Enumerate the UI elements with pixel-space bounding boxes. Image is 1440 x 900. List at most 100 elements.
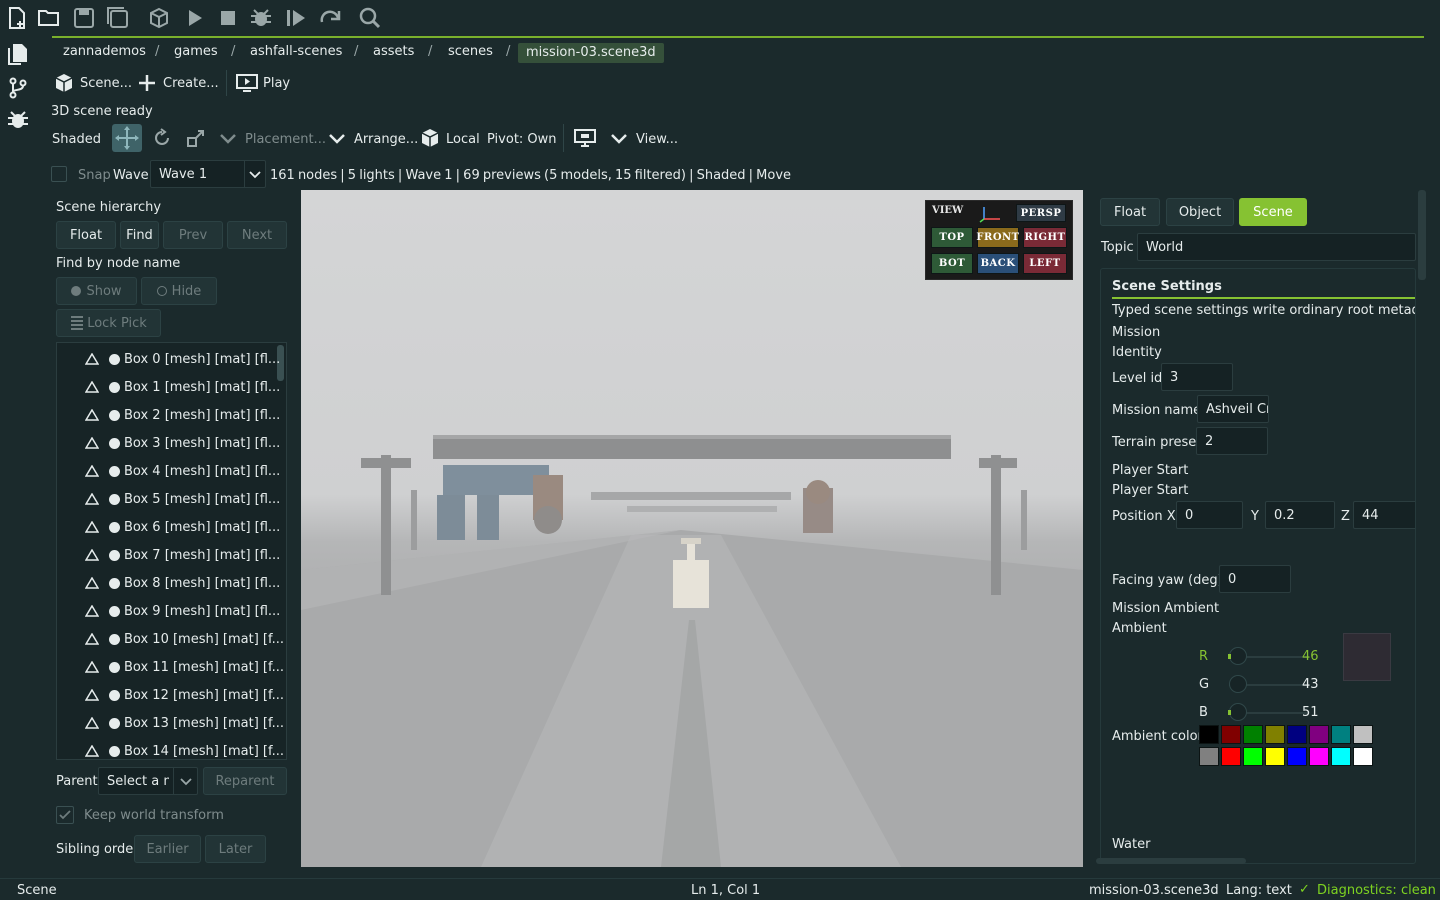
files-icon[interactable]: [6, 42, 30, 66]
scale-icon[interactable]: [184, 126, 208, 150]
palette-swatch[interactable]: [1309, 725, 1329, 744]
status-language[interactable]: Lang: text: [1226, 883, 1292, 898]
chevron-down-icon[interactable]: [218, 130, 238, 148]
tree-node-row[interactable]: Box 3 [mesh] [mat] [fl...: [57, 429, 286, 457]
breadcrumb-item-current[interactable]: mission-03.scene3d: [518, 43, 664, 63]
hide-button[interactable]: Hide: [141, 277, 217, 305]
blue-slider-knob[interactable]: [1229, 703, 1247, 721]
visible-dot-icon[interactable]: [109, 633, 120, 645]
diagnostics-status[interactable]: Diagnostics: clean: [1317, 883, 1436, 898]
tree-node-row[interactable]: Box 9 [mesh] [mat] [fl...: [57, 597, 286, 625]
topic-select[interactable]: World: [1137, 233, 1416, 261]
tree-node-row[interactable]: Box 4 [mesh] [mat] [fl...: [57, 457, 286, 485]
prev-button[interactable]: Prev: [163, 221, 223, 249]
palette-swatch[interactable]: [1199, 747, 1219, 766]
breadcrumb-item[interactable]: ashfall-scenes: [250, 44, 342, 59]
palette-swatch[interactable]: [1199, 725, 1219, 744]
arrange-menu[interactable]: Arrange...: [354, 132, 418, 147]
palette-swatch[interactable]: [1221, 747, 1241, 766]
parent-select[interactable]: Select a nc: [98, 767, 198, 795]
float-button[interactable]: Float: [56, 221, 116, 249]
inspector-hscrollbar[interactable]: [1096, 858, 1246, 864]
palette-swatch[interactable]: [1243, 747, 1263, 766]
breadcrumb-item[interactable]: zannademos: [63, 44, 146, 59]
position-x-input[interactable]: 0: [1176, 501, 1243, 529]
position-y-input[interactable]: 0.2: [1265, 501, 1335, 529]
bottom-view-button[interactable]: BOT: [931, 253, 973, 274]
later-button[interactable]: Later: [205, 835, 266, 863]
search-icon[interactable]: [358, 6, 382, 30]
wave-select[interactable]: Wave 1: [150, 160, 266, 188]
source-control-icon[interactable]: [6, 76, 30, 100]
debug-icon[interactable]: [249, 6, 273, 30]
visible-dot-icon[interactable]: [109, 717, 120, 729]
snap-checkbox[interactable]: [51, 166, 67, 182]
stop-icon[interactable]: [216, 6, 240, 30]
node-tree[interactable]: Box 0 [mesh] [mat] [fl... Box 1 [mesh] [m…: [56, 342, 287, 760]
move-tool-button[interactable]: [112, 124, 142, 152]
visible-dot-icon[interactable]: [109, 409, 120, 421]
tree-node-row[interactable]: Box 7 [mesh] [mat] [fl...: [57, 541, 286, 569]
visible-dot-icon[interactable]: [109, 437, 120, 449]
palette-swatch[interactable]: [1265, 747, 1285, 766]
visible-dot-icon[interactable]: [109, 549, 120, 561]
cube-icon[interactable]: [147, 6, 171, 30]
tree-node-row[interactable]: Box 1 [mesh] [mat] [fl...: [57, 373, 286, 401]
play-button[interactable]: Play: [263, 76, 290, 91]
palette-swatch[interactable]: [1353, 725, 1373, 744]
palette-swatch[interactable]: [1243, 725, 1263, 744]
palette-swatch[interactable]: [1287, 725, 1307, 744]
tree-node-row[interactable]: Box 8 [mesh] [mat] [fl...: [57, 569, 286, 597]
top-view-button[interactable]: TOP: [931, 227, 973, 248]
breadcrumb-item[interactable]: games: [174, 44, 218, 59]
tree-node-row[interactable]: Box 13 [mesh] [mat] [f...: [57, 709, 286, 737]
tree-node-row[interactable]: Box 2 [mesh] [mat] [fl...: [57, 401, 286, 429]
facing-yaw-input[interactable]: 0: [1219, 565, 1291, 593]
rotate-icon[interactable]: [150, 126, 174, 150]
tree-node-row[interactable]: Box 6 [mesh] [mat] [fl...: [57, 513, 286, 541]
keep-world-checkbox[interactable]: [56, 806, 74, 824]
monitor-icon[interactable]: [574, 127, 596, 149]
front-view-button[interactable]: FRONT: [976, 227, 1019, 248]
visible-dot-icon[interactable]: [109, 381, 120, 393]
find-button[interactable]: Find: [120, 221, 159, 249]
tree-node-row[interactable]: Box 12 [mesh] [mat] [f...: [57, 681, 286, 709]
visible-dot-icon[interactable]: [109, 353, 120, 365]
chevron-down-icon[interactable]: [609, 130, 629, 148]
palette-swatch[interactable]: [1287, 747, 1307, 766]
mission-name-input[interactable]: Ashveil Cr: [1197, 395, 1269, 423]
visible-dot-icon[interactable]: [109, 521, 120, 533]
visible-dot-icon[interactable]: [109, 465, 120, 477]
save-all-icon[interactable]: [106, 6, 130, 30]
palette-swatch[interactable]: [1353, 747, 1373, 766]
right-view-button[interactable]: RIGHT: [1023, 227, 1067, 248]
scene-viewport[interactable]: VIEW PERSP TOP FRONT RIGHT BOT BACK LEFT: [301, 190, 1083, 867]
reparent-button[interactable]: Reparent: [203, 767, 287, 795]
tab-object[interactable]: Object: [1166, 198, 1234, 226]
palette-swatch[interactable]: [1331, 725, 1351, 744]
inspector-scrollbar[interactable]: [1418, 190, 1426, 280]
visible-dot-icon[interactable]: [109, 689, 120, 701]
visible-dot-icon[interactable]: [109, 577, 120, 589]
step-icon[interactable]: [284, 6, 308, 30]
back-view-button[interactable]: BACK: [977, 253, 1019, 274]
tab-scene[interactable]: Scene: [1239, 198, 1307, 226]
show-button[interactable]: Show: [56, 277, 137, 305]
lock-pick-button[interactable]: Lock Pick: [56, 309, 161, 337]
earlier-button[interactable]: Earlier: [134, 835, 201, 863]
create-menu-button[interactable]: Create...: [163, 76, 219, 91]
green-slider-knob[interactable]: [1229, 675, 1247, 693]
breadcrumb-item[interactable]: scenes: [448, 44, 493, 59]
view-menu[interactable]: View...: [636, 132, 678, 147]
next-button[interactable]: Next: [227, 221, 287, 249]
local-space-toggle[interactable]: Local: [446, 132, 480, 147]
tree-node-row[interactable]: Box 0 [mesh] [mat] [fl...: [57, 345, 286, 373]
visible-dot-icon[interactable]: [109, 605, 120, 617]
status-file-name[interactable]: mission-03.scene3d: [1089, 883, 1219, 898]
palette-swatch[interactable]: [1331, 747, 1351, 766]
palette-swatch[interactable]: [1309, 747, 1329, 766]
tree-node-row[interactable]: Box 14 [mesh] [mat] [f...: [57, 737, 286, 759]
shaded-mode-label[interactable]: Shaded: [52, 132, 101, 147]
visible-dot-icon[interactable]: [109, 745, 120, 757]
persp-view-button[interactable]: PERSP: [1016, 204, 1066, 222]
